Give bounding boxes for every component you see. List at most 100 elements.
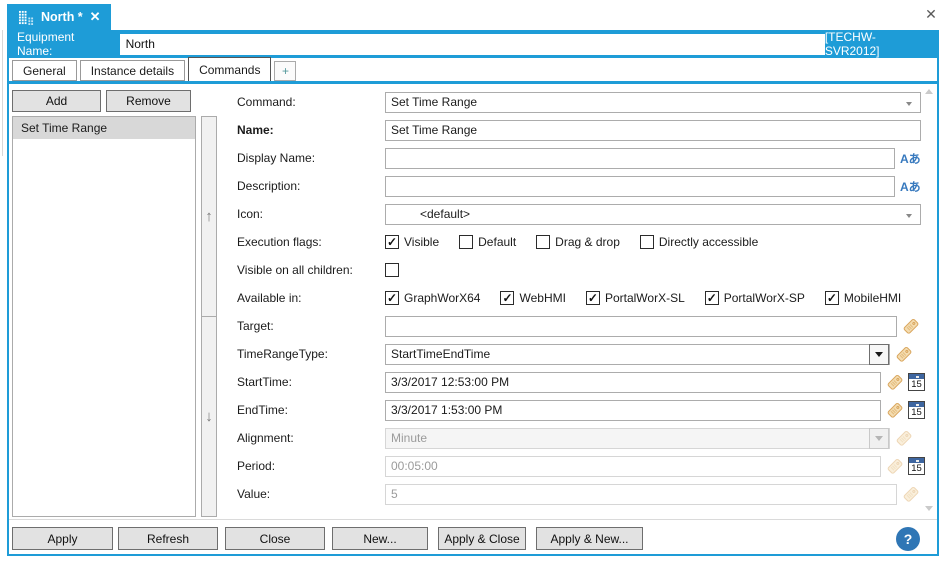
command-label: Command: [237, 95, 296, 109]
equipment-name-input[interactable] [119, 33, 825, 55]
period-label: Period: [237, 459, 276, 473]
tag-icon[interactable] [902, 486, 919, 503]
tag-icon[interactable] [886, 458, 903, 475]
period-field: 15 [385, 455, 925, 477]
webhmi-checkbox-item[interactable]: ✓ WebHMI [500, 291, 566, 305]
portalworx-sp-checkbox-label: PortalWorX-SP [723, 291, 805, 305]
chevron-down-icon [906, 101, 912, 106]
move-down-button[interactable]: ↓ [202, 316, 216, 516]
form-row-start-time: StartTime: 15 [237, 368, 925, 396]
apply-close-button[interactable]: Apply & Close [438, 527, 526, 550]
drag-drop-checkbox-label: Drag & drop [555, 235, 620, 249]
time-range-type-label: TimeRangeType: [237, 347, 328, 361]
tag-icon[interactable] [886, 402, 903, 419]
directly-accessible-checkbox[interactable] [639, 235, 654, 249]
dropdown-button[interactable] [869, 343, 889, 365]
add-tab-button[interactable]: + [274, 61, 297, 81]
calendar-icon-day: 15 [911, 379, 922, 390]
calendar-icon[interactable]: 15 [908, 401, 925, 419]
directly-accessible-checkbox-item[interactable]: Directly accessible [639, 235, 758, 249]
form-row-time-range-type: TimeRangeType: StartTimeEndTime [237, 340, 924, 368]
command-list-item[interactable]: Set Time Range [13, 117, 195, 139]
display-name-input[interactable] [385, 147, 895, 169]
calendar-icon[interactable]: 15 [908, 457, 925, 475]
refresh-button[interactable]: Refresh [118, 527, 218, 550]
drag-drop-checkbox-item[interactable]: Drag & drop [536, 235, 620, 249]
window-close-icon[interactable]: ✕ [921, 4, 941, 24]
calendar-icon-header [909, 374, 924, 379]
tab-instance-details[interactable]: Instance details [79, 60, 186, 81]
apply-new-button[interactable]: Apply & New... [536, 527, 643, 550]
add-button[interactable]: Add [12, 90, 101, 112]
calendar-icon[interactable]: 15 [908, 373, 925, 391]
default-checkbox-item[interactable]: Default [459, 235, 516, 249]
end-time-label: EndTime: [237, 403, 288, 417]
tab-general[interactable]: General [12, 60, 77, 81]
calendar-icon-header [909, 458, 924, 463]
visible-checkbox[interactable]: ✓ [385, 235, 399, 249]
start-time-field: 15 [385, 371, 925, 393]
icon-field: <default> [385, 203, 924, 225]
alignment-select: Minute [385, 427, 890, 449]
move-up-button[interactable]: ↑ [202, 117, 216, 316]
time-range-type-field: StartTimeEndTime [385, 343, 924, 365]
localization-icon[interactable]: Aあ [900, 150, 921, 167]
window-border-right [937, 30, 939, 556]
portalworx-sp-checkbox[interactable]: ✓ [704, 291, 719, 305]
default-checkbox-label: Default [478, 235, 517, 249]
command-list[interactable]: Set Time Range [12, 116, 196, 517]
chevron-down-icon [875, 435, 883, 441]
portalworx-sl-checkbox[interactable]: ✓ [585, 291, 600, 305]
new-button[interactable]: New... [332, 527, 428, 550]
scroll-down-icon[interactable] [925, 506, 933, 511]
help-icon[interactable]: ? [896, 527, 920, 551]
scroll-up-icon[interactable] [925, 89, 933, 94]
window-border-bottom [7, 554, 939, 556]
remove-button[interactable]: Remove [106, 90, 191, 112]
localization-icon[interactable]: Aあ [900, 178, 921, 195]
graphworx64-checkbox[interactable]: ✓ [385, 291, 399, 305]
execution-flags-field: ✓ Visible Default Drag & drop Directly acces… [385, 235, 924, 249]
apply-button[interactable]: Apply [12, 527, 113, 550]
target-input[interactable] [385, 315, 897, 337]
document-tab[interactable]: North * ✕ [9, 4, 111, 30]
reorder-strip: ↑ ↓ [201, 116, 217, 517]
form-row-execution-flags: Execution flags: ✓ Visible Default Drag & dr… [237, 228, 924, 256]
tag-icon[interactable] [895, 430, 912, 447]
calendar-icon-dot [916, 459, 919, 462]
tab-strip: General Instance details Commands + [12, 57, 297, 81]
icon-select[interactable]: <default> [385, 203, 921, 225]
name-label: Name: [237, 123, 274, 137]
default-checkbox[interactable] [459, 235, 474, 249]
visible-on-all-children-checkbox-item[interactable] [385, 263, 399, 277]
mobilehmi-checkbox[interactable]: ✓ [824, 291, 839, 305]
portalworx-sp-checkbox-item[interactable]: ✓ PortalWorX-SP [704, 291, 805, 305]
visible-checkbox-label: Visible [404, 235, 440, 249]
period-input [385, 455, 881, 477]
tag-icon[interactable] [902, 318, 919, 335]
description-input[interactable] [385, 175, 895, 197]
tag-icon[interactable] [886, 374, 903, 391]
visible-checkbox-item[interactable]: ✓ Visible [385, 235, 439, 249]
close-button[interactable]: Close [225, 527, 325, 550]
end-time-field: 15 [385, 399, 925, 421]
visible-on-all-children-checkbox[interactable] [385, 263, 399, 277]
drag-drop-checkbox[interactable] [536, 235, 551, 249]
form-row-command: Command: Set Time Range [237, 88, 924, 116]
end-time-input[interactable] [385, 399, 881, 421]
name-input[interactable] [385, 119, 921, 141]
portalworx-sl-checkbox-item[interactable]: ✓ PortalWorX-SL [585, 291, 685, 305]
equipment-name-label: Equipment Name: [17, 30, 75, 58]
webhmi-checkbox[interactable]: ✓ [500, 291, 515, 305]
tab-commands[interactable]: Commands [188, 57, 272, 81]
command-field: Set Time Range [385, 91, 924, 113]
alignment-field: Minute [385, 427, 924, 449]
mobilehmi-checkbox-item[interactable]: ✓ MobileHMI [824, 291, 901, 305]
start-time-input[interactable] [385, 371, 881, 393]
webhmi-checkbox-label: WebHMI [519, 291, 566, 305]
document-tab-close-icon[interactable]: ✕ [90, 9, 101, 25]
command-select[interactable]: Set Time Range [385, 91, 921, 113]
tag-icon[interactable] [895, 346, 912, 363]
graphworx64-checkbox-item[interactable]: ✓ GraphWorX64 [385, 291, 480, 305]
time-range-type-select[interactable]: StartTimeEndTime [385, 343, 890, 365]
